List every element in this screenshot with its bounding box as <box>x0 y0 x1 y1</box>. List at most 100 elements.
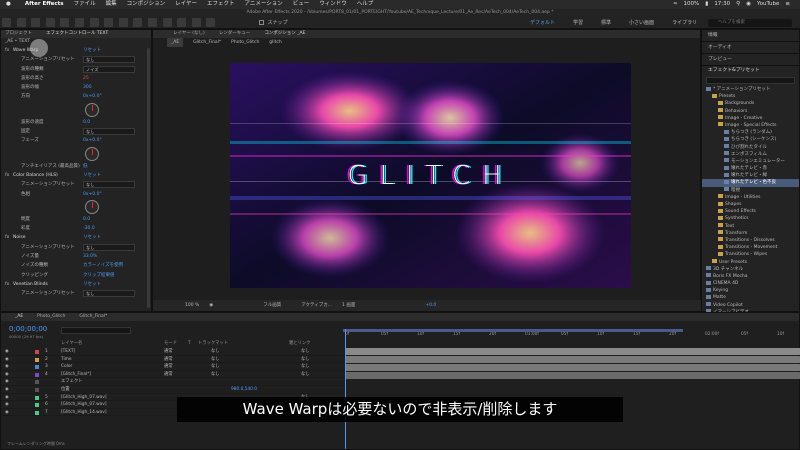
preset-item[interactable]: モーションエミュレーター <box>702 158 799 165</box>
preset-item[interactable]: Matte <box>702 294 799 301</box>
preset-folder[interactable]: Presets <box>702 93 799 100</box>
reset-link[interactable]: リセット <box>83 46 101 55</box>
effect-header-row[interactable]: Noise fx リセット <box>1 233 151 242</box>
preset-folder[interactable]: Text <box>702 223 799 230</box>
help-search-input[interactable]: ヘルプを検索 <box>708 19 792 27</box>
quality-dropdown[interactable]: フル画質 <box>263 300 281 311</box>
track-matte-dropdown[interactable]: なし <box>211 356 220 364</box>
preset-item[interactable]: 壊れたテレビ・赤 <box>702 165 799 172</box>
preset-folder[interactable]: Transitions - Movement <box>702 244 799 251</box>
timeline-tab-glitch-final[interactable]: Glitch_Final* <box>79 313 107 321</box>
puppet-tool-icon[interactable] <box>206 18 216 27</box>
property-value[interactable]: クリップ結果値 <box>83 271 115 280</box>
info-section[interactable]: 情報 <box>702 30 799 42</box>
camera-tool-icon[interactable] <box>74 18 84 27</box>
track-bar-3[interactable] <box>346 364 800 371</box>
home-tool-icon[interactable] <box>2 18 11 27</box>
preset-folder[interactable]: User Presets <box>702 259 799 266</box>
effects-search-input[interactable] <box>706 77 795 84</box>
fx-toggle-icon[interactable]: fx <box>5 171 9 180</box>
preset-folder[interactable]: Shapes <box>702 201 799 208</box>
composition-frame[interactable]: GLITCH <box>230 63 631 288</box>
effect-header-row[interactable]: Color Balance (HLS) fx リセット <box>1 171 151 180</box>
clock[interactable]: 17:30 <box>714 0 730 9</box>
workspace-standard[interactable]: 標準 <box>601 17 611 29</box>
comp-crumb-glitch[interactable]: glitch <box>269 38 281 47</box>
effect-property-row[interactable]: 彩度 -30.0 <box>1 224 151 233</box>
label-color-swatch[interactable] <box>35 395 39 400</box>
workspace-default[interactable]: デフォルト <box>530 17 555 29</box>
property-value[interactable]: 25 <box>83 74 89 83</box>
timecode[interactable]: 0;00;00;00 <box>9 325 47 333</box>
menu-help[interactable]: ヘルプ <box>357 0 374 9</box>
label-color-swatch[interactable] <box>35 357 39 362</box>
effect-property-row[interactable]: 色相 0x+0.0° <box>1 190 151 199</box>
label-color-swatch[interactable] <box>35 410 39 415</box>
timeline-tab-ae[interactable]: _AE <box>15 313 23 321</box>
tab-effect-controls[interactable]: エフェクトコントロール TEXT <box>46 30 108 38</box>
effect-property-row[interactable]: 波形の高さ 25 <box>1 74 151 83</box>
property-value[interactable]: 0x+0.0° <box>83 136 102 145</box>
property-dropdown[interactable]: なし <box>83 181 135 189</box>
pan-behind-tool-icon[interactable] <box>89 18 99 27</box>
workspace-libraries[interactable]: ライブラリ <box>672 17 697 29</box>
fx-toggle-icon[interactable]: fx <box>5 46 9 55</box>
views-dropdown[interactable]: 1 画面 <box>342 300 355 311</box>
tab-composition[interactable]: コンポジション _AE <box>264 30 305 38</box>
col-layer-name[interactable]: レイヤー名 <box>61 340 82 347</box>
effect-header-row[interactable]: Wave Warp fx リセット <box>1 46 151 55</box>
visibility-eye-icon[interactable]: ◉ <box>5 394 9 402</box>
search-icon[interactable]: ⚲ <box>736 0 740 9</box>
property-value[interactable]: 0.0 <box>83 118 90 127</box>
menu-layer[interactable]: レイヤー <box>175 0 197 9</box>
visibility-eye-icon[interactable]: ◉ <box>5 401 9 409</box>
type-tool-icon[interactable] <box>133 18 143 27</box>
label-color-swatch[interactable] <box>35 365 39 370</box>
preset-folder[interactable]: Transform <box>702 230 799 237</box>
hand-tool-icon[interactable] <box>31 18 41 27</box>
preset-folder[interactable]: Backgrounds <box>702 100 799 107</box>
menu-effect[interactable]: エフェクト <box>207 0 235 9</box>
label-color-swatch[interactable] <box>35 380 39 385</box>
zoom-tool-icon[interactable] <box>45 18 55 27</box>
property-value[interactable]: 300 <box>83 83 92 92</box>
effects-presets-section[interactable]: エフェクト&プリセット <box>702 66 799 76</box>
track-matte-dropdown[interactable]: なし <box>211 371 220 379</box>
snap-checkbox[interactable] <box>258 20 264 25</box>
col-mode[interactable]: モード <box>164 340 177 347</box>
property-dropdown[interactable]: なし <box>83 243 135 251</box>
exposure-value[interactable]: +0.0 <box>425 300 436 311</box>
layer-mode-dropdown[interactable]: 通常 <box>164 371 173 379</box>
visibility-eye-icon[interactable]: ◉ <box>5 386 9 394</box>
track-matte-dropdown[interactable]: なし <box>211 363 220 371</box>
track-bar-2[interactable] <box>346 356 800 363</box>
preset-item[interactable]: Boris FX Mocha <box>702 273 799 280</box>
label-color-swatch[interactable] <box>35 387 39 392</box>
reset-link[interactable]: リセット <box>83 233 101 242</box>
layer-row[interactable]: ◉ エフェクト <box>1 378 343 386</box>
preset-folder[interactable]: Transitions - Wipes <box>702 251 799 258</box>
effect-property-row[interactable]: アンチエイリアス (最高品質) 低 <box>1 162 151 171</box>
layer-row[interactable]: ◉ 4 [Glitch_Final*] 通常 なし なし <box>1 371 343 379</box>
effect-property-row[interactable]: アニメーションプリセット なし <box>1 289 151 298</box>
menu-composition[interactable]: コンポジション <box>127 0 166 9</box>
visibility-eye-icon[interactable]: ◉ <box>5 363 9 371</box>
tab-layer-none[interactable]: レイヤー (なし) <box>173 30 205 38</box>
effect-property-row[interactable]: アニメーションプリセット なし <box>1 55 151 64</box>
property-value[interactable]: 0.0 <box>83 215 90 224</box>
effect-property-row[interactable]: 波形の速度 0.0 <box>1 118 151 127</box>
shape-tool-icon[interactable] <box>104 18 114 27</box>
property-value[interactable]: 0x+0.0° <box>83 92 102 101</box>
preset-item[interactable]: ちらつき (ランダム) <box>702 129 799 136</box>
preset-item[interactable]: ちらつき (シーケンス) <box>702 136 799 143</box>
visibility-eye-icon[interactable]: ◉ <box>5 356 9 364</box>
property-value[interactable]: 0x+0.0° <box>83 190 102 199</box>
col-track-matte[interactable]: トラックマット <box>198 340 228 347</box>
visibility-eye-icon[interactable]: ◉ <box>5 348 9 356</box>
visibility-eye-icon[interactable]: ◉ <box>5 378 9 386</box>
preset-folder[interactable]: Image - Utilities <box>702 194 799 201</box>
menu-view[interactable]: ビュー <box>293 0 310 9</box>
track-matte-dropdown[interactable]: なし <box>211 348 220 356</box>
col-t[interactable]: T <box>188 340 191 347</box>
preview-section[interactable]: プレビュー <box>702 54 799 66</box>
